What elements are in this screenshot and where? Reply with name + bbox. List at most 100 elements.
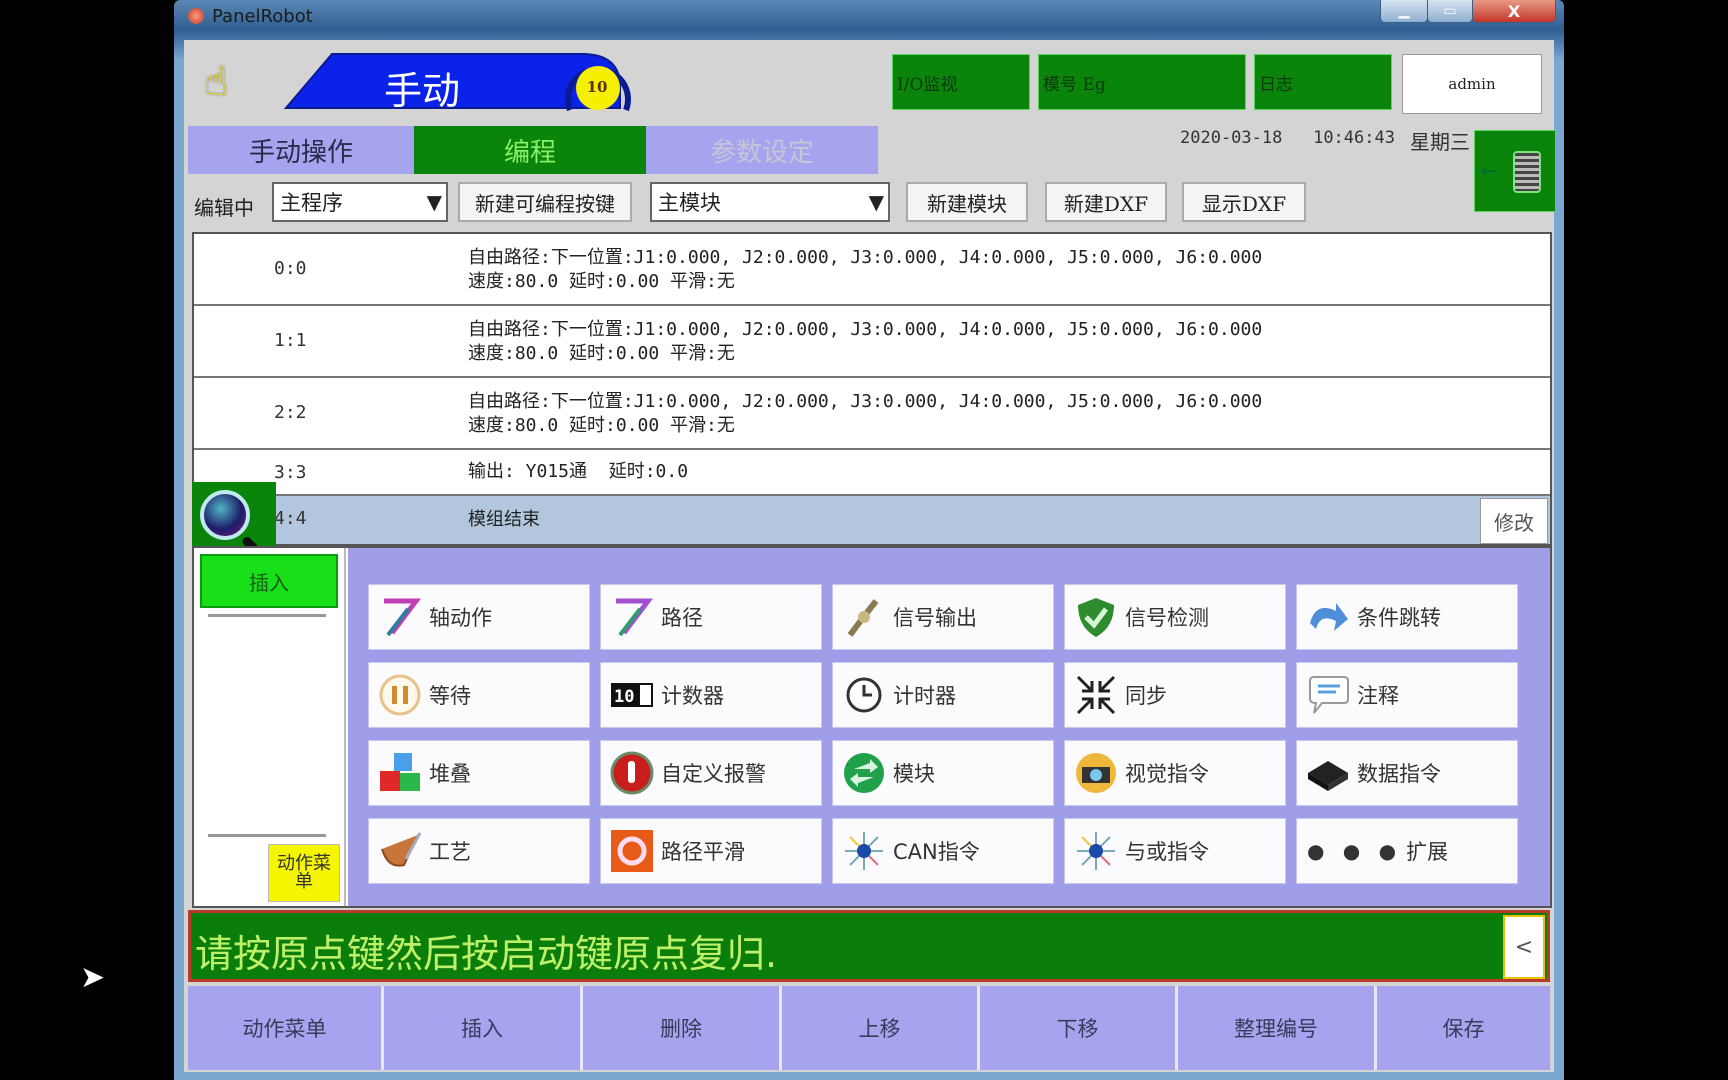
- row-line1: 自由路径:下一位置:J1:0.000, J2:0.000, J3:0.000, …: [468, 319, 1263, 340]
- title-bar[interactable]: PanelRobot ▁ ▭ X: [174, 0, 1564, 36]
- data-box-icon: [1303, 748, 1353, 798]
- command-button-timer-watch[interactable]: 计时器: [832, 662, 1054, 728]
- window-title: PanelRobot: [212, 6, 313, 27]
- command-button-can-network[interactable]: CAN指令: [832, 818, 1054, 884]
- command-button-extend-dots[interactable]: ● ● ● 扩展: [1296, 818, 1518, 884]
- command-label: 条件跳转: [1357, 606, 1441, 630]
- bottom-move-up-button[interactable]: 上移: [782, 986, 980, 1070]
- status-message: 请按原点键然后按启动键原点复归.: [195, 932, 778, 976]
- tab-programming[interactable]: 编程: [414, 126, 646, 174]
- command-button-conditional-jump-arrow[interactable]: 条件跳转: [1296, 584, 1518, 650]
- stack-cubes-icon: [375, 748, 425, 798]
- action-menu-button[interactable]: 动作菜单: [268, 844, 340, 902]
- command-button-pause[interactable]: 等待: [368, 662, 590, 728]
- divider: [208, 614, 326, 617]
- path-smooth-icon: [607, 826, 657, 876]
- counter-icon: 10: [607, 670, 657, 720]
- command-button-data-box[interactable]: 数据指令: [1296, 740, 1518, 806]
- app-icon: [188, 8, 204, 24]
- conditional-jump-arrow-icon: [1303, 592, 1353, 642]
- command-label: 自定义报警: [661, 762, 766, 786]
- command-button-path[interactable]: 路径: [600, 584, 822, 650]
- date: 2020-03-18: [1180, 128, 1283, 148]
- timer-watch-icon: [839, 670, 889, 720]
- sync-arrows-icon: [1071, 670, 1121, 720]
- command-button-axis-motion[interactable]: 轴动作: [368, 584, 590, 650]
- bottom-renumber-button[interactable]: 整理编号: [1178, 986, 1377, 1070]
- insert-button[interactable]: 插入: [200, 554, 338, 608]
- new-programmable-key-button[interactable]: 新建可编程按键: [458, 182, 632, 222]
- program-row[interactable]: 2:2 自由路径:下一位置:J1:0.000, J2:0.000, J3:0.0…: [194, 378, 1550, 450]
- bottom-toolbar: 动作菜单 插入 删除 上移 下移 整理编号 保存: [188, 986, 1550, 1070]
- program-row[interactable]: 1:1 自由路径:下一位置:J1:0.000, J2:0.000, J3:0.0…: [194, 306, 1550, 378]
- program-row[interactable]: 3:3 输出: Y015通 延时:0.0: [194, 450, 1550, 496]
- svg-text:10: 10: [614, 687, 634, 707]
- signal-check-shield-icon: [1071, 592, 1121, 642]
- show-dxf-button[interactable]: 显示DXF: [1182, 182, 1306, 222]
- user-button[interactable]: admin: [1402, 54, 1542, 114]
- module-select[interactable]: 主模块 ▼: [650, 182, 890, 222]
- bottom-delete-button[interactable]: 删除: [583, 986, 782, 1070]
- bottom-save-button[interactable]: 保存: [1377, 986, 1550, 1070]
- command-button-craft-brush[interactable]: 工艺: [368, 818, 590, 884]
- command-label: CAN指令: [893, 840, 980, 864]
- magnifier-icon: [200, 490, 250, 540]
- time: 10:46:43: [1313, 128, 1395, 148]
- axis-motion-icon: [375, 592, 425, 642]
- modify-button[interactable]: 修改: [1480, 498, 1548, 544]
- command-button-comment-bubble[interactable]: 注释: [1296, 662, 1518, 728]
- pointing-hand-icon: ☝: [204, 59, 229, 105]
- command-label: 数据指令: [1357, 762, 1441, 786]
- command-label: 等待: [429, 684, 471, 708]
- mode-label: 手动: [384, 69, 461, 113]
- dropdown-arrow-icon: ▼: [868, 190, 884, 214]
- command-button-signal-output[interactable]: 信号输出: [832, 584, 1054, 650]
- program-row-selected[interactable]: 4:4 模组结束 修改: [194, 496, 1550, 544]
- row-line1: 自由路径:下一位置:J1:0.000, J2:0.000, J3:0.000, …: [468, 247, 1263, 268]
- tab-parameter-settings[interactable]: 参数设定: [646, 126, 878, 174]
- command-button-module-swap[interactable]: 模块: [832, 740, 1054, 806]
- command-button-path-smooth[interactable]: 路径平滑: [600, 818, 822, 884]
- command-label: 路径: [661, 606, 703, 630]
- row-number: 2:2: [274, 402, 307, 423]
- app-window: PanelRobot ▁ ▭ X ☝ 手动 10 I/O监视 模号 Eg 日志 …: [174, 0, 1564, 1080]
- row-number: 4:4: [274, 508, 307, 529]
- command-label: 轴动作: [429, 606, 492, 630]
- client-area: ☝ 手动 10 I/O监视 模号 Eg 日志 admin 手动操作 编程 参数设…: [184, 40, 1556, 1072]
- program-list[interactable]: 0:0 自由路径:下一位置:J1:0.000, J2:0.000, J3:0.0…: [192, 232, 1552, 564]
- command-button-vision-camera[interactable]: 视觉指令: [1064, 740, 1286, 806]
- signal-output-icon: [839, 592, 889, 642]
- io-monitor-button[interactable]: I/O监视: [892, 54, 1030, 110]
- mold-tag-button[interactable]: 模号 Eg: [1038, 54, 1246, 110]
- command-label: 工艺: [429, 840, 471, 864]
- log-button[interactable]: 日志: [1254, 54, 1392, 110]
- extend-dots-icon: ● ● ●: [1307, 839, 1403, 863]
- new-module-button[interactable]: 新建模块: [906, 182, 1028, 222]
- close-button[interactable]: X: [1472, 0, 1556, 23]
- custom-alarm-icon: [607, 748, 657, 798]
- maximize-button[interactable]: ▭: [1427, 0, 1473, 23]
- tab-manual-operation[interactable]: 手动操作: [188, 126, 414, 174]
- command-button-stack-cubes[interactable]: 堆叠: [368, 740, 590, 806]
- new-dxf-button[interactable]: 新建DXF: [1045, 182, 1167, 222]
- pause-icon: [375, 670, 425, 720]
- command-button-custom-alarm[interactable]: 自定义报警: [600, 740, 822, 806]
- command-button-signal-check-shield[interactable]: 信号检测: [1064, 584, 1286, 650]
- command-label: 路径平滑: [661, 840, 745, 864]
- command-button-sync-arrows[interactable]: 同步: [1064, 662, 1286, 728]
- row-number: 0:0: [274, 258, 307, 279]
- row-line1: 自由路径:下一位置:J1:0.000, J2:0.000, J3:0.000, …: [468, 391, 1263, 412]
- collapse-button[interactable]: <: [1503, 915, 1545, 979]
- row-line2: 速度:80.0 延时:0.00 平滑:无: [468, 271, 735, 292]
- command-button-logic-network[interactable]: 与或指令: [1064, 818, 1286, 884]
- command-label: 与或指令: [1125, 840, 1209, 864]
- command-label: 同步: [1125, 684, 1167, 708]
- row-number: 1:1: [274, 330, 307, 351]
- program-select[interactable]: 主程序 ▼: [272, 182, 448, 222]
- bottom-insert-button[interactable]: 插入: [384, 986, 583, 1070]
- bottom-action-menu-button[interactable]: 动作菜单: [188, 986, 384, 1070]
- program-row[interactable]: 0:0 自由路径:下一位置:J1:0.000, J2:0.000, J3:0.0…: [194, 234, 1550, 306]
- command-button-counter[interactable]: 10 计数器: [600, 662, 822, 728]
- minimize-button[interactable]: ▁: [1380, 0, 1428, 23]
- bottom-move-down-button[interactable]: 下移: [980, 986, 1178, 1070]
